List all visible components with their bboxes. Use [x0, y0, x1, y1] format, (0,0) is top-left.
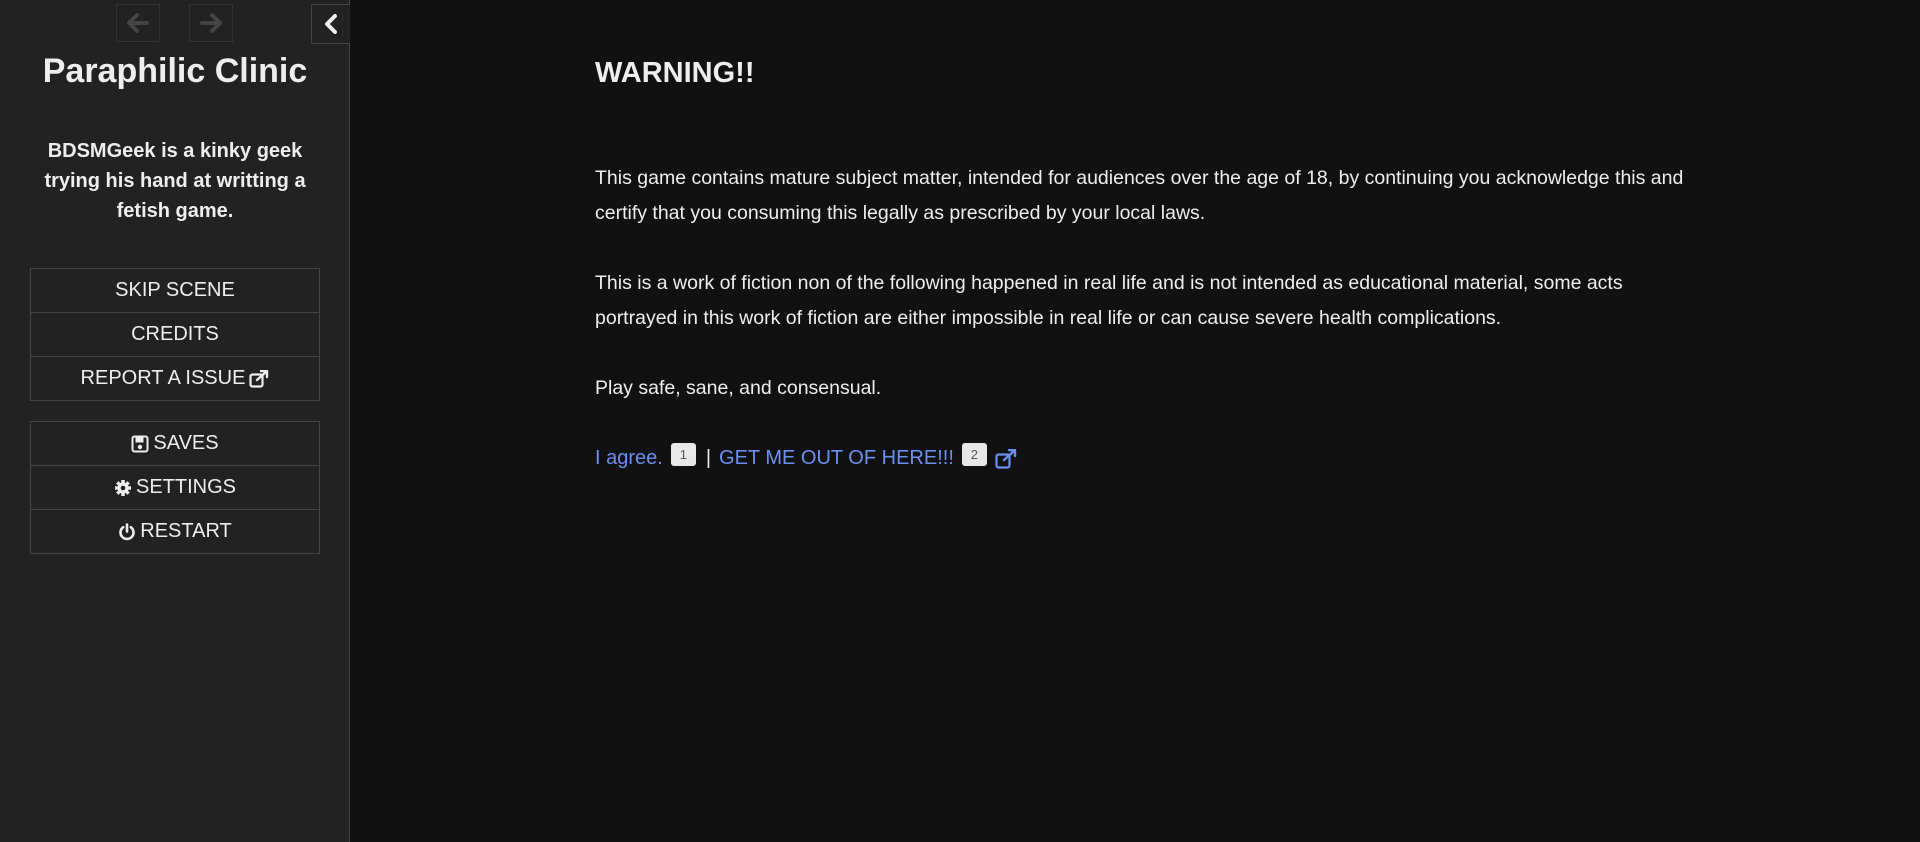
menu-item-label: SAVES	[153, 432, 219, 454]
settings-button[interactable]: SETTINGS	[31, 466, 319, 510]
external-link-icon	[995, 448, 1017, 469]
sidebar-toggle-button[interactable]	[311, 4, 350, 44]
core-menu: SAVES SETTINGS RESTART	[30, 421, 320, 554]
menu-item-label: CREDITS	[131, 323, 219, 345]
credits-button[interactable]: CREDITS	[31, 313, 319, 357]
story-title: Paraphilic Clinic	[42, 52, 308, 90]
choice-links: I agree. 1 | GET ME OUT OF HERE!!! 2	[595, 441, 1017, 476]
exit-link[interactable]: GET ME OUT OF HERE!!!	[719, 441, 954, 476]
menu-item-label: RESTART	[140, 520, 232, 542]
power-icon	[118, 522, 136, 541]
hotkey-badge: 2	[961, 443, 987, 466]
arrow-right-icon	[200, 13, 222, 33]
story-subtitle: BDSMGeek is a kinky geek trying his hand…	[44, 140, 306, 222]
hotkey-badge: 1	[670, 443, 696, 466]
choice-separator: |	[705, 447, 712, 469]
menu-item-label: SETTINGS	[135, 476, 236, 498]
skip-scene-button[interactable]: SKIP SCENE	[31, 269, 319, 313]
report-issue-link[interactable]: REPORT A ISSUE	[31, 357, 319, 400]
safety-paragraph: Play safe, sane, and consensual.	[595, 377, 882, 399]
saves-button[interactable]: SAVES	[31, 422, 319, 466]
warning-paragraph: This game contains mature subject matter…	[595, 167, 1684, 224]
story-menu: SKIP SCENE CREDITS REPORT A ISSUE	[30, 268, 320, 401]
external-link-icon	[249, 369, 269, 388]
gear-icon	[114, 479, 132, 497]
agree-link[interactable]: I agree.	[595, 441, 663, 476]
floppy-disk-icon	[131, 435, 149, 453]
menu-item-label: REPORT A ISSUE	[80, 367, 246, 389]
restart-button[interactable]: RESTART	[31, 510, 319, 553]
history-back-button[interactable]	[116, 4, 160, 42]
sidebar: Paraphilic Clinic BDSMGeek is a kinky ge…	[0, 0, 350, 842]
passage-heading: WARNING!!	[595, 57, 755, 89]
chevron-left-icon	[325, 14, 337, 34]
history-forward-button[interactable]	[189, 4, 233, 42]
disclaimer-paragraph: This is a work of fiction non of the fol…	[595, 272, 1623, 329]
menu-item-label: SKIP SCENE	[115, 279, 235, 301]
arrow-left-icon	[127, 13, 149, 33]
game-window: Paraphilic Clinic BDSMGeek is a kinky ge…	[0, 0, 1920, 842]
